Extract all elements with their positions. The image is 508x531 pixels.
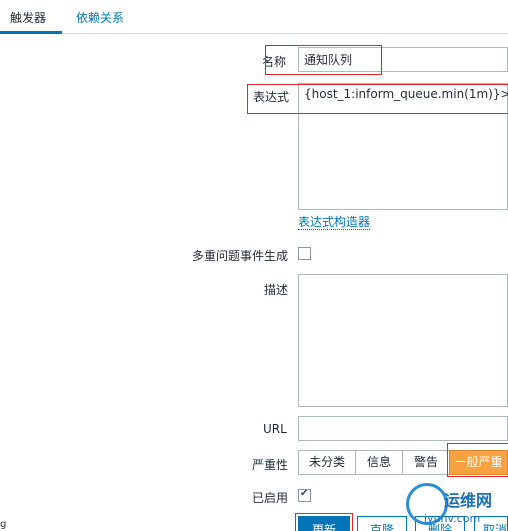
clone-button[interactable]: 克隆 <box>357 516 407 531</box>
severity-warning[interactable]: 警告 <box>402 450 450 475</box>
watermark-domain: iyunv.com <box>424 512 481 525</box>
update-highlight-box <box>295 513 353 531</box>
enabled-label: 已启用 <box>252 491 289 505</box>
multiple-events-checkbox[interactable] <box>298 247 311 260</box>
watermark-brand: 运维网 <box>444 491 493 510</box>
active-tab-indicator <box>0 31 62 34</box>
url-input[interactable] <box>298 416 508 441</box>
severity-highlight-box <box>447 443 508 477</box>
tab-dependencies[interactable]: 依赖关系 <box>76 9 124 26</box>
description-label: 描述 <box>264 283 289 297</box>
description-textarea[interactable] <box>298 274 508 407</box>
edge-label: g <box>0 519 7 530</box>
expression-builder-link[interactable]: 表达式构造器 <box>298 215 371 230</box>
severity-label: 严重性 <box>252 458 289 472</box>
name-highlight-box <box>265 45 382 75</box>
severity-information[interactable]: 信息 <box>355 450 403 475</box>
multiple-events-label: 多重问题事件生成 <box>192 249 289 263</box>
tab-bar: 触发器 依赖关系 <box>0 0 508 34</box>
tab-triggers[interactable]: 触发器 <box>10 9 46 26</box>
severity-not-classified[interactable]: 未分类 <box>298 450 356 475</box>
expression-highlight-box <box>247 84 508 114</box>
enabled-checkbox[interactable] <box>298 488 311 502</box>
url-label: URL <box>263 422 287 436</box>
